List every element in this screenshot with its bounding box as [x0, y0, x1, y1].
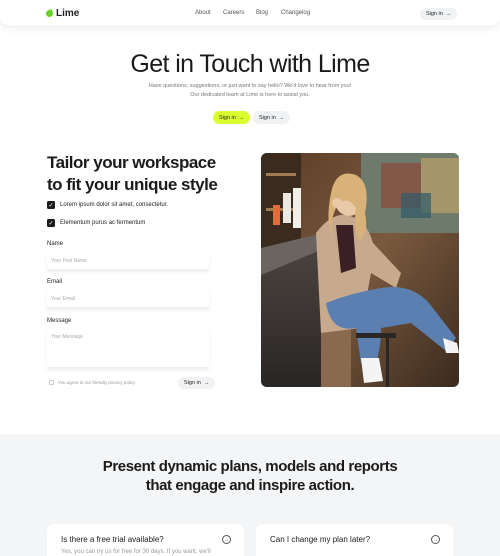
- email-label: Email: [47, 279, 63, 285]
- check-item-text: Elementum purus ac fermentum: [60, 220, 146, 226]
- nav-link-changelog[interactable]: Changelog: [281, 10, 310, 16]
- check-item: ✓ Lorem ipsum dolor sit amet, consectetu…: [47, 201, 168, 209]
- lime-leaf-icon: [45, 9, 54, 18]
- check-item: ✓ Elementum purus ac fermentum: [47, 219, 145, 227]
- arrow-right-icon: →: [278, 114, 285, 121]
- privacy-agreement: You agree to our friendly privacy policy: [49, 380, 135, 385]
- brand-logo[interactable]: Lime: [45, 8, 80, 19]
- hero-photo: [261, 153, 459, 387]
- arrow-right-icon: →: [445, 11, 452, 17]
- hero-subtitle: Have questions, suggestions, or just wan…: [148, 83, 352, 98]
- check-item-text: Lorem ipsum dolor sit amet, consectetur.: [60, 202, 169, 208]
- faq-answer: Yes, you can try us for free for 30 days…: [61, 549, 211, 555]
- section2-title: Present dynamic plans, models and report…: [0, 457, 500, 495]
- checkmark-icon: ✓: [47, 219, 55, 227]
- message-label: Message: [47, 318, 72, 324]
- circle-arrow-icon[interactable]: →: [222, 535, 231, 544]
- message-textarea[interactable]: [47, 328, 209, 368]
- hero-title: Get in Touch with Lime: [130, 50, 370, 78]
- woman-on-phone-illustration: [261, 153, 459, 387]
- nav-link-about[interactable]: About: [195, 10, 211, 16]
- privacy-checkbox[interactable]: [49, 380, 54, 385]
- form-submit-label: Sign in: [184, 380, 201, 386]
- name-input[interactable]: [47, 252, 209, 270]
- faq-card[interactable]: Is there a free trial available? → Yes, …: [47, 524, 244, 556]
- faq-question: Can I change my plan later?: [270, 535, 371, 544]
- arrow-right-icon: →: [203, 380, 210, 386]
- section2-title-line1: Present dynamic plans, models and report…: [102, 458, 398, 475]
- checkmark-icon: ✓: [47, 201, 55, 209]
- top-navigation: Lime About Careers Blog Changelog Sign i…: [0, 0, 500, 27]
- privacy-agreement-text: You agree to our friendly privacy policy: [58, 380, 136, 385]
- nav-signin-label: Sign in: [426, 11, 443, 17]
- name-label: Name: [47, 241, 64, 247]
- hero-primary-signin-button[interactable]: Sign in →: [213, 111, 251, 124]
- form-heading-line1: Tailor your workspace: [47, 153, 216, 172]
- circle-arrow-icon[interactable]: →: [431, 535, 440, 544]
- form-submit-button[interactable]: Sign in →: [178, 377, 216, 389]
- hero-secondary-label: Sign in: [259, 114, 276, 121]
- email-input[interactable]: [47, 290, 209, 308]
- hero-secondary-signin-button[interactable]: Sign in →: [253, 111, 291, 124]
- brand-name: Lime: [56, 8, 80, 19]
- nav-link-blog[interactable]: Blog: [256, 10, 268, 16]
- arrow-right-icon: →: [238, 114, 245, 121]
- section2-title-line2: that engage and inspire action.: [145, 477, 355, 494]
- form-heading-line2: to fit your unique style: [47, 175, 218, 194]
- hero-primary-label: Sign in: [219, 114, 236, 121]
- nav-link-careers[interactable]: Careers: [223, 10, 244, 16]
- form-heading: Tailor your workspace to fit your unique…: [47, 152, 218, 196]
- nav-signin-button[interactable]: Sign in →: [420, 8, 458, 20]
- faq-card[interactable]: Can I change my plan later? →: [256, 524, 453, 556]
- faq-question: Is there a free trial available?: [61, 535, 164, 544]
